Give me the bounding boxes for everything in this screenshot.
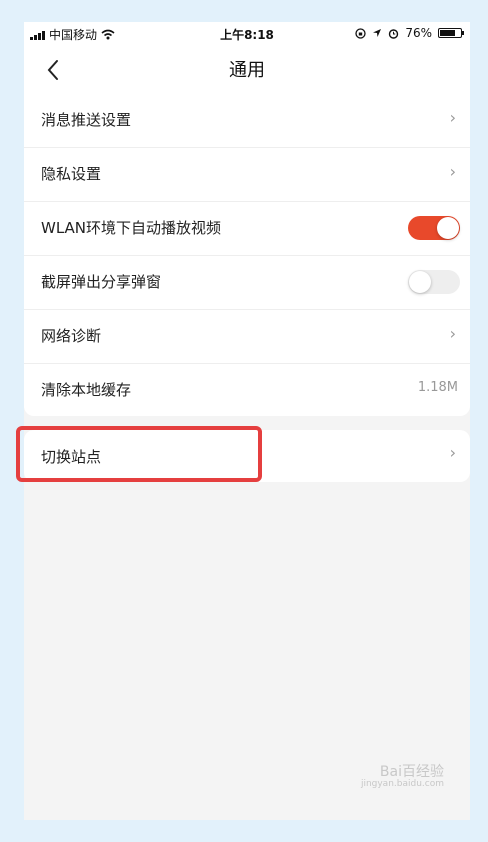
watermark-subtext: jingyan.baidu.com [360, 779, 444, 790]
watermark-text: Bai百经验 [379, 763, 444, 780]
battery-icon [438, 28, 464, 38]
toggle-knob [409, 271, 431, 293]
setting-label: 截屏弹出分享弹窗 [41, 273, 162, 291]
location-icon [373, 29, 382, 37]
battery-percent: 76% [405, 26, 432, 40]
chevron-right-icon: › [449, 443, 456, 462]
battery-fill [440, 30, 456, 36]
top-bar: 中国移动 上午8:18 76% 通用 [24, 22, 470, 94]
setting-wlan-autoplay: WLAN环境下自动播放视频 [24, 202, 470, 256]
cache-size-value: 1.18M [417, 380, 458, 395]
chevron-right-icon: › [449, 108, 456, 127]
phone-screen: 中国移动 上午8:18 76% 通用 消息推送设置 › 隐私设置 › WLAN环… [24, 22, 470, 820]
settings-list: 消息推送设置 › 隐私设置 › WLAN环境下自动播放视频 截屏弹出分享弹窗 网… [24, 94, 470, 416]
toggle-knob [437, 217, 459, 239]
chevron-right-icon: › [449, 162, 456, 181]
orientation-lock-icon [355, 27, 366, 39]
watermark-logo: Bai百经验 jingyan.baidu.com [360, 763, 444, 790]
status-bar: 中国移动 上午8:18 76% [24, 22, 470, 46]
screenshot-share-toggle[interactable] [408, 270, 460, 294]
setting-label: 网络诊断 [41, 327, 102, 345]
chevron-right-icon: › [449, 324, 456, 343]
setting-label: 清除本地缓存 [41, 381, 132, 399]
setting-label: WLAN环境下自动播放视频 [41, 219, 222, 237]
wlan-autoplay-toggle[interactable] [408, 216, 460, 240]
setting-screenshot-share: 截屏弹出分享弹窗 [24, 256, 470, 310]
setting-label: 消息推送设置 [41, 111, 132, 129]
page-title: 通用 [229, 60, 265, 81]
setting-privacy[interactable]: 隐私设置 › [24, 148, 470, 202]
setting-push-notifications[interactable]: 消息推送设置 › [24, 94, 470, 148]
status-right: 76% [355, 26, 464, 40]
alarm-icon [389, 28, 399, 39]
setting-label: 隐私设置 [41, 165, 102, 183]
setting-clear-cache[interactable]: 清除本地缓存 1.18M [24, 364, 470, 418]
setting-network-diagnosis[interactable]: 网络诊断 › [24, 310, 470, 364]
navigation-bar: 通用 [24, 48, 470, 92]
highlight-box [16, 426, 262, 482]
